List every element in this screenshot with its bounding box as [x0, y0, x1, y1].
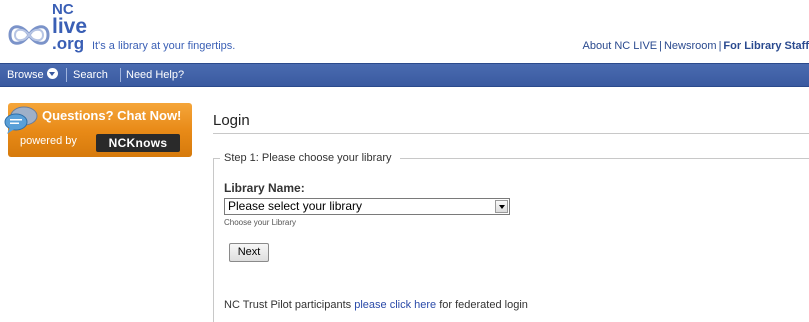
fieldset-border [213, 158, 214, 322]
top-links: About NC LIVE | Newsroom | For Library Staff [583, 40, 809, 52]
fieldset-border [400, 158, 809, 159]
chat-title: Questions? Chat Now! [42, 108, 182, 123]
logo-org: .org [52, 34, 85, 53]
nav-browse[interactable]: Browse [7, 64, 58, 86]
chat-now-widget[interactable]: Questions? Chat Now! powered by NCKnows [4, 103, 192, 157]
step-legend: Step 1: Please choose your library [224, 152, 392, 164]
fieldset-border [213, 158, 220, 159]
library-staff-link[interactable]: For Library Staff [723, 40, 809, 52]
about-link[interactable]: About NC LIVE [583, 40, 658, 52]
nav-divider [66, 68, 67, 82]
chat-powered-by: powered by [20, 135, 77, 147]
newsroom-link[interactable]: Newsroom [664, 40, 717, 52]
chat-bubble-icon [4, 106, 38, 134]
next-button[interactable]: Next [229, 243, 269, 262]
logo-wordmark: NC live .org [52, 2, 87, 53]
page-title: Login [213, 112, 250, 129]
nav-divider [120, 68, 121, 82]
federated-text-before: NC Trust Pilot participants [224, 299, 355, 311]
tagline: It's a library at your fingertips. [92, 40, 236, 52]
chevron-down-icon [46, 68, 58, 79]
federated-login-text: NC Trust Pilot participants please click… [224, 299, 528, 311]
link-separator: | [659, 40, 662, 52]
library-select[interactable]: Please select your library [224, 198, 510, 215]
main-nav: Browse Search Need Help? [0, 63, 809, 87]
nav-need-help[interactable]: Need Help? [126, 64, 184, 86]
title-divider [213, 133, 809, 134]
nav-search[interactable]: Search [73, 64, 108, 86]
library-name-label: Library Name: [224, 181, 305, 195]
site-header: NC live .org It's a library at your fing… [0, 0, 809, 62]
infinity-knot-icon [8, 25, 50, 45]
link-separator: | [718, 40, 722, 52]
dropdown-arrow-icon[interactable] [495, 200, 508, 213]
ncknows-badge: NCKnows [96, 134, 180, 152]
federated-text-after: for federated login [436, 299, 528, 311]
federated-login-link[interactable]: please click here [354, 299, 436, 311]
library-help-text: Choose your Library [224, 218, 297, 227]
library-staff-label: For Library Staff [723, 40, 809, 52]
nav-browse-label: Browse [7, 69, 44, 81]
library-select-value: Please select your library [228, 199, 363, 213]
